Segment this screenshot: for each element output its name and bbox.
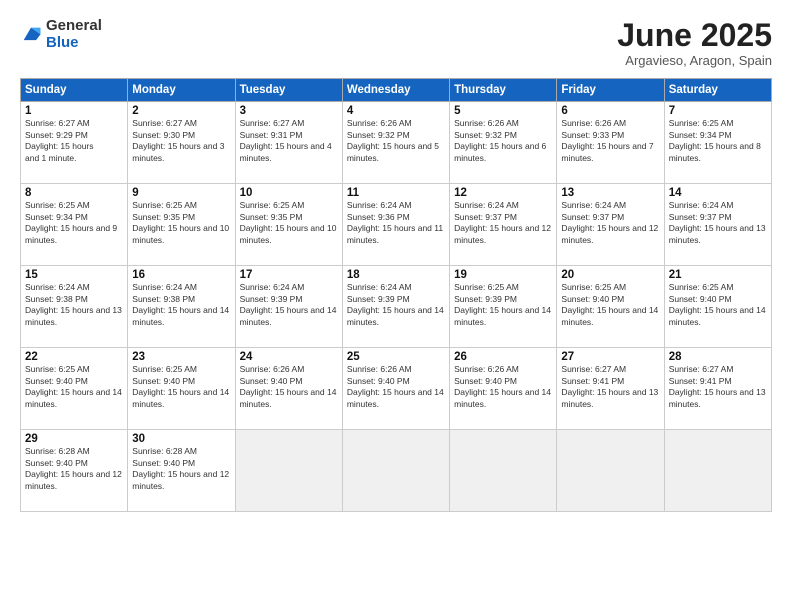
- table-row: 15Sunrise: 6:24 AMSunset: 9:38 PMDayligh…: [21, 266, 128, 348]
- table-row: [342, 430, 449, 512]
- table-row: 2Sunrise: 6:27 AMSunset: 9:30 PMDaylight…: [128, 102, 235, 184]
- col-header-thursday: Thursday: [450, 79, 557, 102]
- title-block: June 2025 Argavieso, Aragon, Spain: [617, 18, 772, 68]
- table-row: 6Sunrise: 6:26 AMSunset: 9:33 PMDaylight…: [557, 102, 664, 184]
- table-row: [557, 430, 664, 512]
- table-row: 1Sunrise: 6:27 AMSunset: 9:29 PMDaylight…: [21, 102, 128, 184]
- table-row: 4Sunrise: 6:26 AMSunset: 9:32 PMDaylight…: [342, 102, 449, 184]
- calendar-header-row: Sunday Monday Tuesday Wednesday Thursday…: [21, 79, 772, 102]
- logo-blue: Blue: [46, 35, 102, 52]
- logo-general: General: [46, 18, 102, 35]
- calendar: Sunday Monday Tuesday Wednesday Thursday…: [20, 78, 772, 512]
- col-header-saturday: Saturday: [664, 79, 771, 102]
- col-header-friday: Friday: [557, 79, 664, 102]
- table-row: 28Sunrise: 6:27 AMSunset: 9:41 PMDayligh…: [664, 348, 771, 430]
- table-row: 7Sunrise: 6:25 AMSunset: 9:34 PMDaylight…: [664, 102, 771, 184]
- table-row: 17Sunrise: 6:24 AMSunset: 9:39 PMDayligh…: [235, 266, 342, 348]
- table-row: 22Sunrise: 6:25 AMSunset: 9:40 PMDayligh…: [21, 348, 128, 430]
- table-row: [235, 430, 342, 512]
- table-row: 21Sunrise: 6:25 AMSunset: 9:40 PMDayligh…: [664, 266, 771, 348]
- calendar-week-4: 29Sunrise: 6:28 AMSunset: 9:40 PMDayligh…: [21, 430, 772, 512]
- col-header-tuesday: Tuesday: [235, 79, 342, 102]
- table-row: 9Sunrise: 6:25 AMSunset: 9:35 PMDaylight…: [128, 184, 235, 266]
- month-title: June 2025: [617, 18, 772, 53]
- col-header-wednesday: Wednesday: [342, 79, 449, 102]
- table-row: 13Sunrise: 6:24 AMSunset: 9:37 PMDayligh…: [557, 184, 664, 266]
- table-row: 27Sunrise: 6:27 AMSunset: 9:41 PMDayligh…: [557, 348, 664, 430]
- calendar-week-0: 1Sunrise: 6:27 AMSunset: 9:29 PMDaylight…: [21, 102, 772, 184]
- table-row: [450, 430, 557, 512]
- calendar-week-3: 22Sunrise: 6:25 AMSunset: 9:40 PMDayligh…: [21, 348, 772, 430]
- table-row: [664, 430, 771, 512]
- calendar-week-1: 8Sunrise: 6:25 AMSunset: 9:34 PMDaylight…: [21, 184, 772, 266]
- table-row: 23Sunrise: 6:25 AMSunset: 9:40 PMDayligh…: [128, 348, 235, 430]
- table-row: 26Sunrise: 6:26 AMSunset: 9:40 PMDayligh…: [450, 348, 557, 430]
- table-row: 18Sunrise: 6:24 AMSunset: 9:39 PMDayligh…: [342, 266, 449, 348]
- location: Argavieso, Aragon, Spain: [617, 53, 772, 68]
- table-row: 8Sunrise: 6:25 AMSunset: 9:34 PMDaylight…: [21, 184, 128, 266]
- table-row: 3Sunrise: 6:27 AMSunset: 9:31 PMDaylight…: [235, 102, 342, 184]
- col-header-monday: Monday: [128, 79, 235, 102]
- table-row: 11Sunrise: 6:24 AMSunset: 9:36 PMDayligh…: [342, 184, 449, 266]
- table-row: 5Sunrise: 6:26 AMSunset: 9:32 PMDaylight…: [450, 102, 557, 184]
- page: General Blue June 2025 Argavieso, Aragon…: [0, 0, 792, 612]
- calendar-week-2: 15Sunrise: 6:24 AMSunset: 9:38 PMDayligh…: [21, 266, 772, 348]
- table-row: 19Sunrise: 6:25 AMSunset: 9:39 PMDayligh…: [450, 266, 557, 348]
- table-row: 12Sunrise: 6:24 AMSunset: 9:37 PMDayligh…: [450, 184, 557, 266]
- table-row: 14Sunrise: 6:24 AMSunset: 9:37 PMDayligh…: [664, 184, 771, 266]
- header: General Blue June 2025 Argavieso, Aragon…: [20, 18, 772, 68]
- logo-icon: [20, 24, 42, 46]
- col-header-sunday: Sunday: [21, 79, 128, 102]
- logo-text: General Blue: [46, 18, 102, 51]
- logo: General Blue: [20, 18, 102, 51]
- table-row: 30Sunrise: 6:28 AMSunset: 9:40 PMDayligh…: [128, 430, 235, 512]
- table-row: 20Sunrise: 6:25 AMSunset: 9:40 PMDayligh…: [557, 266, 664, 348]
- table-row: 16Sunrise: 6:24 AMSunset: 9:38 PMDayligh…: [128, 266, 235, 348]
- table-row: 10Sunrise: 6:25 AMSunset: 9:35 PMDayligh…: [235, 184, 342, 266]
- table-row: 25Sunrise: 6:26 AMSunset: 9:40 PMDayligh…: [342, 348, 449, 430]
- table-row: 29Sunrise: 6:28 AMSunset: 9:40 PMDayligh…: [21, 430, 128, 512]
- table-row: 24Sunrise: 6:26 AMSunset: 9:40 PMDayligh…: [235, 348, 342, 430]
